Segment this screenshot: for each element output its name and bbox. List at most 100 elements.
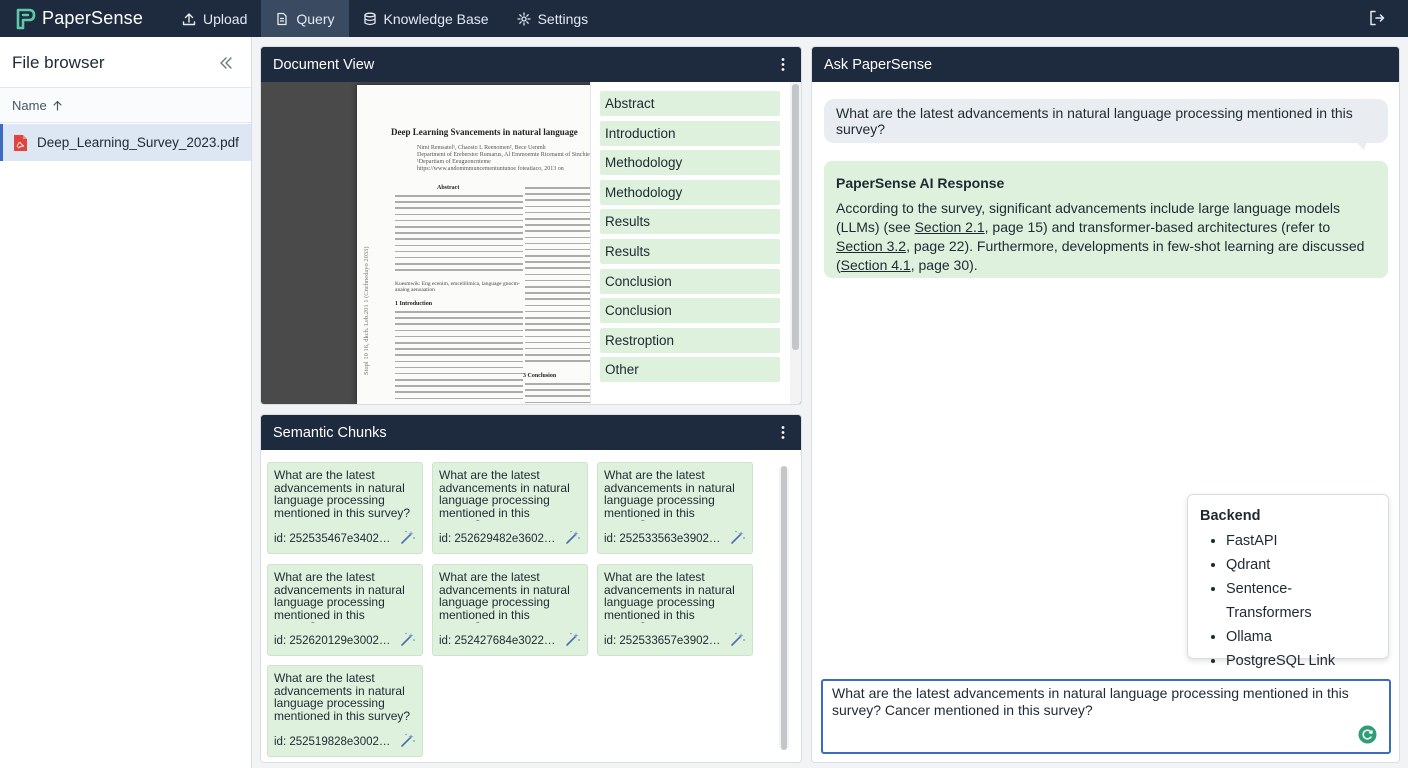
chunk-text: What are the latest advancements in natu…: [274, 571, 405, 623]
chunk-id: id: 252620129e300219...: [274, 635, 394, 647]
brand[interactable]: PaperSense: [0, 7, 168, 31]
pdf-abstract-heading: Abstract: [437, 185, 460, 191]
backend-list: FastAPI Qdrant Sentence-Transformers Oll…: [1200, 529, 1376, 673]
backend-info-card: Backend FastAPI Qdrant Sentence-Transfor…: [1187, 494, 1389, 669]
ask-panel: Ask PaperSense What are the latest advan…: [811, 46, 1400, 763]
ask-header: Ask PaperSense: [812, 47, 1399, 82]
chunk-card[interactable]: What are the latest advancements in natu…: [597, 564, 753, 656]
magic-wand-icon[interactable]: [730, 631, 746, 647]
chunk-id: id: 252427684e302245...: [439, 635, 559, 647]
chunk-card[interactable]: What are the latest advancements in natu…: [267, 462, 423, 554]
toc-item-results-2[interactable]: Results: [600, 239, 780, 264]
outline-scrollbar-thumb[interactable]: [792, 84, 799, 350]
send-refresh-icon[interactable]: [1358, 725, 1377, 744]
pdf-side-note: Stopl 10 16, dkch. Leb.201 1 (Cnchnedayo…: [363, 246, 370, 375]
file-row-selected[interactable]: Deep_Learning_Survey_2023.pdf: [0, 124, 251, 161]
backend-item: FastAPI: [1226, 529, 1376, 553]
database-icon: [363, 12, 376, 25]
document-view-menu-icon[interactable]: [775, 56, 791, 73]
chat-area: What are the latest advancements in natu…: [812, 82, 1399, 762]
citation-link-section-3-2[interactable]: Section 3.2: [836, 238, 906, 254]
chunk-card[interactable]: What are the latest advancements in natu…: [597, 462, 753, 554]
collapse-sidebar-icon[interactable]: [218, 55, 234, 71]
pdf-conclusion-heading: 3 Conclusion: [523, 373, 557, 379]
chunk-card[interactable]: What are the latest advancements in natu…: [267, 564, 423, 656]
nav-settings[interactable]: Settings: [503, 0, 603, 37]
top-nav-bar: PaperSense Upload Query Knowledge Base S…: [0, 0, 1408, 37]
magic-wand-icon[interactable]: [565, 631, 581, 647]
toc-item-introduction[interactable]: Introduction: [600, 121, 780, 146]
backend-item: Qdrant: [1226, 553, 1376, 577]
user-question-bubble: What are the latest advancements in natu…: [824, 99, 1388, 143]
chunk-card[interactable]: What are the latest advancements in natu…: [267, 665, 423, 757]
toc-item-restroption[interactable]: Restroption: [600, 328, 780, 353]
semantic-chunks-title: Semantic Chunks: [273, 424, 387, 441]
ai-response-part: , page 30).: [910, 257, 978, 273]
chunks-scrollbar[interactable]: [779, 466, 789, 750]
upload-icon: [182, 12, 196, 25]
papersense-logo-icon: [16, 8, 36, 29]
toc-item-other[interactable]: Other: [600, 357, 780, 382]
citation-link-section-4-1[interactable]: Section 4.1: [841, 257, 911, 273]
backend-item: Ollama: [1226, 625, 1376, 649]
backend-title: Backend: [1200, 508, 1261, 524]
magic-wand-icon[interactable]: [730, 529, 746, 545]
pdf-file-icon: [14, 134, 27, 151]
ai-response-text: According to the survey, significant adv…: [836, 199, 1376, 275]
backend-item: Sentence-Transformers: [1226, 577, 1376, 625]
pdf-intro-heading: 1 Introduction: [395, 301, 433, 307]
citation-link-section-2-1[interactable]: Section 2.1: [915, 219, 985, 235]
nav-query[interactable]: Query: [261, 0, 349, 37]
file-browser-sidebar: File browser Name Deep_Learning_Survey_2…: [0, 37, 252, 768]
pdf-right-column-text: [525, 187, 591, 366]
toc-item-methodology-2[interactable]: Methodology: [600, 180, 780, 205]
backend-item: PostgreSQL Link: [1226, 649, 1376, 673]
file-name: Deep_Learning_Survey_2023.pdf: [37, 135, 239, 150]
gear-icon: [516, 11, 531, 26]
user-question-text: What are the latest advancements in natu…: [836, 105, 1353, 137]
toc-item-results[interactable]: Results: [600, 209, 780, 234]
chunk-card[interactable]: What are the latest advancements in natu…: [432, 462, 588, 554]
chunk-text: What are the latest advancements in natu…: [604, 571, 735, 623]
outline-scrollbar[interactable]: [790, 82, 801, 404]
chunks-grid: What are the latest advancements in natu…: [261, 450, 801, 762]
chunk-card[interactable]: What are the latest advancements in natu…: [432, 564, 588, 656]
ask-title: Ask PaperSense: [824, 56, 933, 73]
name-column-header[interactable]: Name: [0, 87, 251, 123]
toc-item-methodology[interactable]: Methodology: [600, 150, 780, 175]
chunk-id: id: 252519828e300288...: [274, 736, 394, 748]
chunk-text: What are the latest advancements in natu…: [439, 571, 570, 623]
logout-icon[interactable]: [1368, 9, 1386, 27]
sort-ascending-icon: [53, 100, 62, 111]
nav-upload[interactable]: Upload: [168, 0, 261, 37]
question-input[interactable]: [821, 679, 1391, 754]
semantic-chunks-panel: Semantic Chunks What are the latest adva…: [260, 414, 802, 763]
toc-item-conclusion[interactable]: Conclusion: [600, 269, 780, 294]
chunk-text: What are the latest advancements in natu…: [274, 672, 411, 723]
toc-item-conclusion-2[interactable]: Conclusion: [600, 298, 780, 323]
pdf-keywords: Kuesmwik: Eng ecenim, emcelilimica, lang…: [395, 281, 520, 293]
chunk-text: What are the latest advancements in natu…: [439, 469, 570, 521]
bubble-tail: [1352, 138, 1368, 150]
chunk-id: id: 252533563e390278...: [604, 533, 724, 545]
chunk-id: id: 252535467e340259...: [274, 533, 394, 545]
toc-item-abstract[interactable]: Abstract: [600, 91, 780, 116]
magic-wand-icon[interactable]: [400, 732, 416, 748]
document-view-header: Document View: [261, 47, 801, 82]
magic-wand-icon[interactable]: [400, 631, 416, 647]
pdf-page-authors: Nimi Remsatel¹, Chaosto L Reenomen², Bec…: [417, 145, 600, 172]
pdf-page-title: Deep Learning Svancements in natural lan…: [391, 127, 578, 137]
chunks-scrollbar-thumb[interactable]: [781, 466, 787, 750]
main-nav: Upload Query Knowledge Base Settings: [168, 0, 602, 37]
document-view-title: Document View: [273, 56, 375, 73]
magic-wand-icon[interactable]: [400, 529, 416, 545]
document-view-panel: Document View Deep Learning Svancements …: [260, 46, 802, 405]
nav-knowledge-base[interactable]: Knowledge Base: [349, 0, 503, 37]
semantic-chunks-header: Semantic Chunks: [261, 415, 801, 450]
nav-knowledge-base-label: Knowledge Base: [383, 10, 489, 27]
app-name: PaperSense: [42, 8, 144, 28]
pdf-intro-text: [395, 311, 523, 404]
chunk-id: id: 252533657e390278...: [604, 635, 724, 647]
magic-wand-icon[interactable]: [565, 529, 581, 545]
semantic-chunks-menu-icon[interactable]: [775, 424, 791, 441]
